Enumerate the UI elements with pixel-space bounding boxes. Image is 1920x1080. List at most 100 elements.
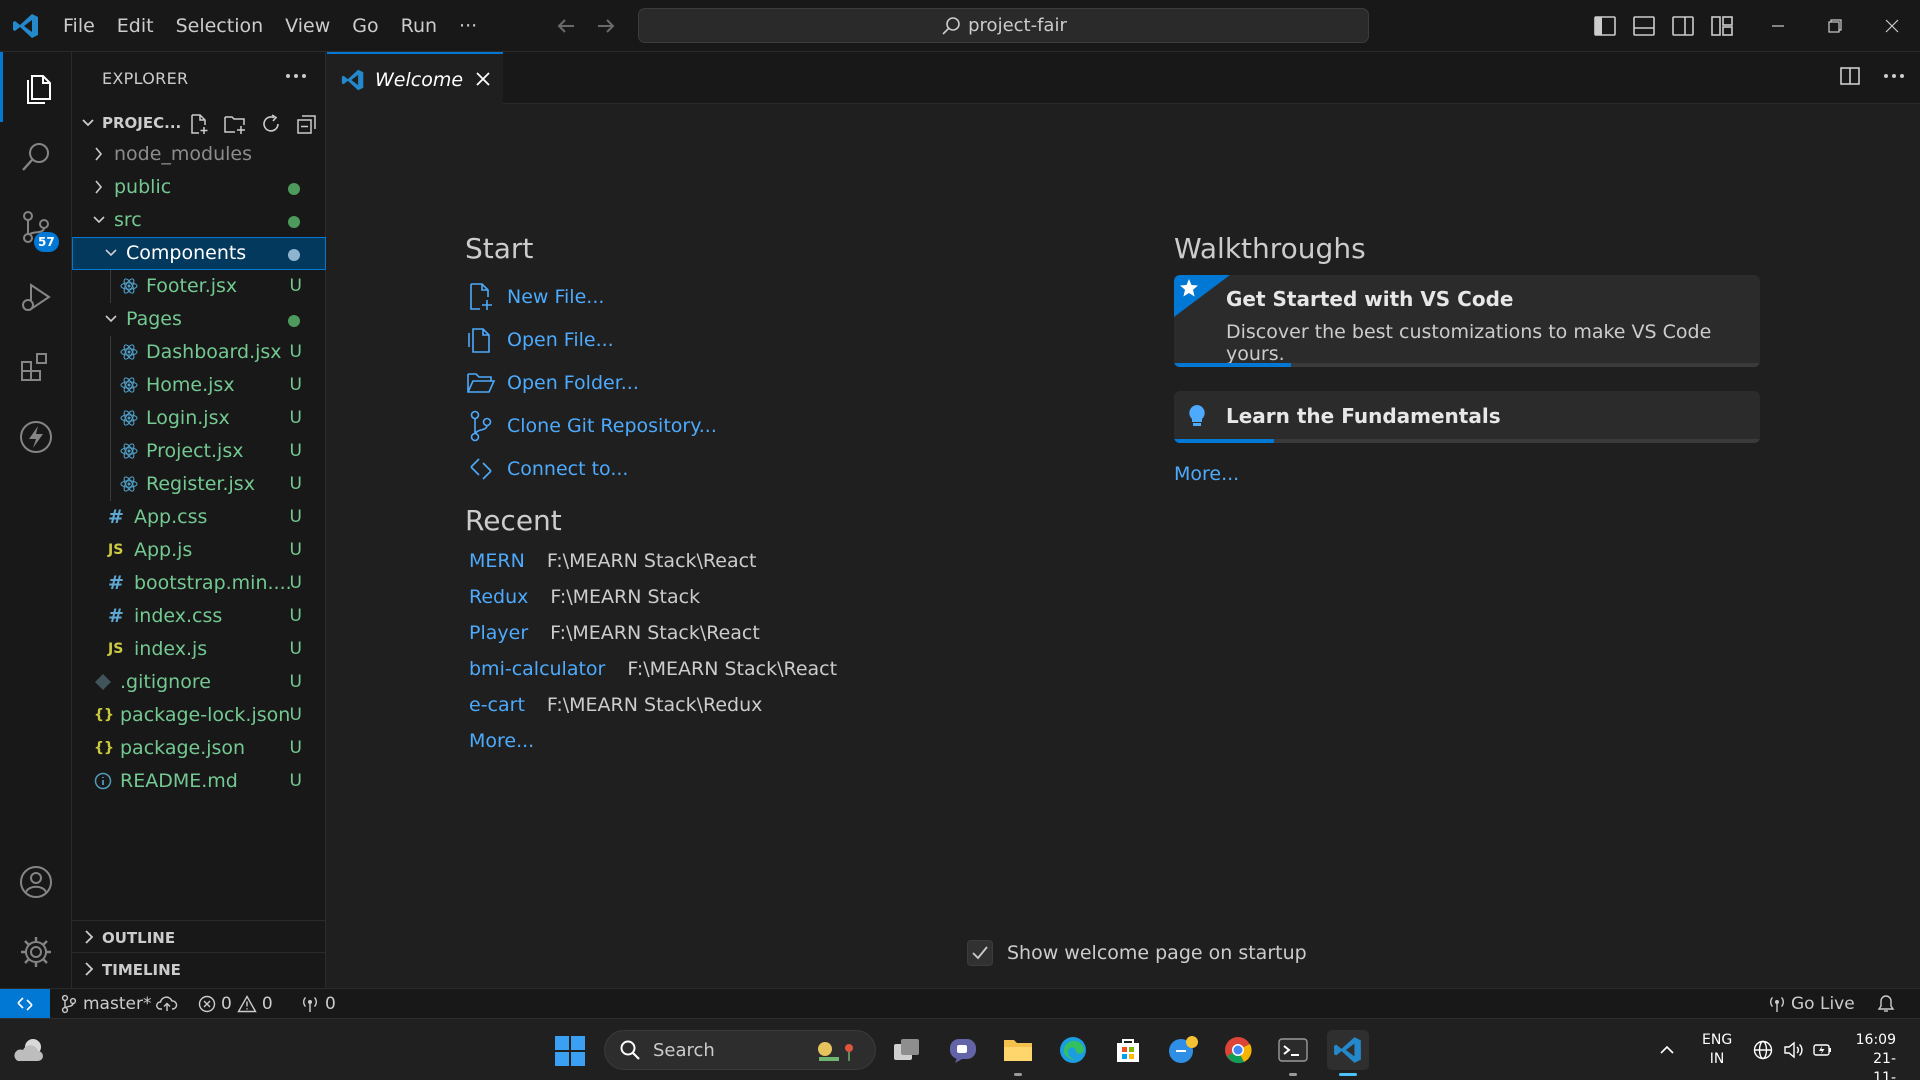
start-connect-to[interactable]: Connect to...	[465, 447, 985, 490]
file-register-jsx[interactable]: Register.jsx U	[72, 468, 326, 501]
json-file-icon: {}	[94, 740, 114, 756]
search-view-icon[interactable]	[0, 122, 72, 192]
toggle-panel-icon[interactable]	[1624, 0, 1663, 52]
taskbar-search[interactable]: Search	[604, 1030, 876, 1070]
file-bootstrap-min[interactable]: # bootstrap.min.... U	[72, 567, 326, 600]
battery-charging-icon[interactable]	[1812, 1039, 1834, 1061]
go-live-button[interactable]: Go Live	[1768, 989, 1855, 1019]
extensions-icon[interactable]	[0, 332, 72, 402]
new-file-icon[interactable]	[184, 111, 214, 137]
network-globe-icon[interactable]	[1752, 1039, 1774, 1061]
start-open-folder[interactable]: Open Folder...	[465, 361, 985, 404]
back-arrow-icon[interactable]	[552, 12, 580, 40]
recent-project-link[interactable]: bmi-calculator	[469, 658, 605, 680]
close-window-icon[interactable]	[1863, 0, 1920, 52]
volume-icon[interactable]	[1782, 1039, 1804, 1061]
file-dashboard-jsx[interactable]: Dashboard.jsx U	[72, 336, 326, 369]
folder-pages[interactable]: Pages	[72, 303, 326, 336]
edge-browser-icon[interactable]	[1052, 1030, 1094, 1070]
recent-project-link[interactable]: Player	[469, 622, 528, 644]
timeline-section[interactable]: TIMELINE	[72, 952, 326, 984]
recent-more-link[interactable]: More...	[469, 730, 534, 752]
close-tab-icon[interactable]	[473, 69, 493, 89]
thunder-client-icon[interactable]	[0, 402, 72, 472]
restore-icon[interactable]	[1806, 0, 1863, 52]
folder-components[interactable]: Components	[72, 237, 326, 270]
split-editor-icon[interactable]	[1838, 64, 1862, 88]
folder-node-modules[interactable]: node_modules	[72, 138, 326, 171]
forward-arrow-icon[interactable]	[592, 12, 620, 40]
problems-status[interactable]: 0 0	[198, 989, 273, 1019]
file-home-jsx[interactable]: Home.jsx U	[72, 369, 326, 402]
chrome-browser-icon[interactable]	[1217, 1030, 1259, 1070]
recent-project-link[interactable]: Redux	[469, 586, 528, 608]
new-folder-icon[interactable]	[220, 111, 250, 137]
menu-file[interactable]: File	[52, 9, 106, 43]
outline-section[interactable]: OUTLINE	[72, 920, 326, 952]
settings-gear-icon[interactable]	[0, 917, 72, 987]
git-status-untracked: U	[289, 540, 302, 560]
start-clone-git-repository[interactable]: Clone Git Repository...	[465, 404, 985, 447]
file-index-css[interactable]: # index.css U	[72, 600, 326, 633]
file-footer-jsx[interactable]: Footer.jsx U	[72, 270, 326, 303]
file-login-jsx[interactable]: Login.jsx U	[72, 402, 326, 435]
tab-welcome[interactable]: Welcome	[327, 52, 503, 104]
chat-assistant-icon[interactable]	[1162, 1030, 1204, 1070]
vscode-taskbar-icon[interactable]	[1327, 1030, 1369, 1076]
file-package-json[interactable]: {} package.json U	[72, 732, 326, 765]
remote-indicator[interactable]	[0, 989, 50, 1019]
folder-src[interactable]: src	[72, 204, 326, 237]
teams-chat-icon[interactable]	[942, 1030, 984, 1070]
walkthrough-fundamentals[interactable]: Learn the Fundamentals	[1174, 391, 1760, 443]
ports-status[interactable]: 0	[300, 989, 336, 1019]
git-branch-status[interactable]: master*	[60, 989, 178, 1019]
menu-overflow-button[interactable]: ···	[448, 9, 488, 43]
notifications-bell-icon[interactable]	[1876, 989, 1896, 1019]
menu-edit[interactable]: Edit	[106, 9, 165, 43]
toggle-primary-sidebar-icon[interactable]	[1585, 0, 1624, 52]
menu-run[interactable]: Run	[390, 9, 448, 43]
microsoft-store-icon[interactable]	[1107, 1030, 1149, 1070]
file-readme-md[interactable]: README.md U	[72, 765, 326, 798]
file-gitignore[interactable]: .gitignore U	[72, 666, 326, 699]
file-app-css[interactable]: # App.css U	[72, 501, 326, 534]
chevron-up-icon[interactable]	[1658, 1041, 1676, 1059]
explorer-header: EXPLORER	[72, 52, 326, 104]
windows-start-icon[interactable]	[554, 1035, 586, 1067]
clock[interactable]: 16:09 21-11-2023	[1856, 1031, 1896, 1080]
recent-project-link[interactable]: e-cart	[469, 694, 525, 716]
publish-cloud-icon[interactable]	[156, 995, 178, 1013]
start-new-file[interactable]: New File...	[465, 275, 985, 318]
refresh-icon[interactable]	[256, 111, 286, 137]
walkthroughs-more-link[interactable]: More...	[1174, 463, 1239, 485]
file-package-lock-json[interactable]: {} package-lock.json U	[72, 699, 326, 732]
task-view-icon[interactable]	[886, 1030, 928, 1070]
toggle-secondary-sidebar-icon[interactable]	[1663, 0, 1702, 52]
more-actions-icon[interactable]	[284, 64, 308, 88]
file-project-jsx[interactable]: Project.jsx U	[72, 435, 326, 468]
file-explorer-icon[interactable]	[997, 1030, 1039, 1076]
minimize-icon[interactable]	[1749, 0, 1806, 52]
folder-public[interactable]: public	[72, 171, 326, 204]
collapse-all-icon[interactable]	[292, 111, 322, 137]
editor-more-actions-icon[interactable]	[1882, 64, 1906, 88]
show-on-startup-checkbox[interactable]	[967, 940, 993, 966]
command-center[interactable]: project-fair	[638, 8, 1369, 43]
menu-selection[interactable]: Selection	[165, 9, 275, 43]
menu-view[interactable]: View	[274, 9, 341, 43]
start-open-file[interactable]: Open File...	[465, 318, 985, 361]
recent-project-link[interactable]: MERN	[469, 550, 525, 572]
source-control-icon[interactable]: 57	[0, 192, 72, 262]
project-folder-header[interactable]: PROJEC...	[72, 108, 326, 138]
customize-layout-icon[interactable]	[1702, 0, 1741, 52]
file-app-js[interactable]: JS App.js U	[72, 534, 326, 567]
menu-go[interactable]: Go	[341, 9, 389, 43]
accounts-icon[interactable]	[0, 847, 72, 917]
weather-cloud-icon[interactable]	[12, 1035, 46, 1065]
explorer-icon[interactable]	[0, 52, 72, 122]
input-language[interactable]: ENG IN	[1702, 1031, 1732, 1069]
file-index-js[interactable]: JS index.js U	[72, 633, 326, 666]
walkthrough-get-started[interactable]: Get Started with VS Code Discover the be…	[1174, 275, 1760, 367]
run-debug-icon[interactable]	[0, 262, 72, 332]
terminal-icon[interactable]	[1272, 1030, 1314, 1076]
